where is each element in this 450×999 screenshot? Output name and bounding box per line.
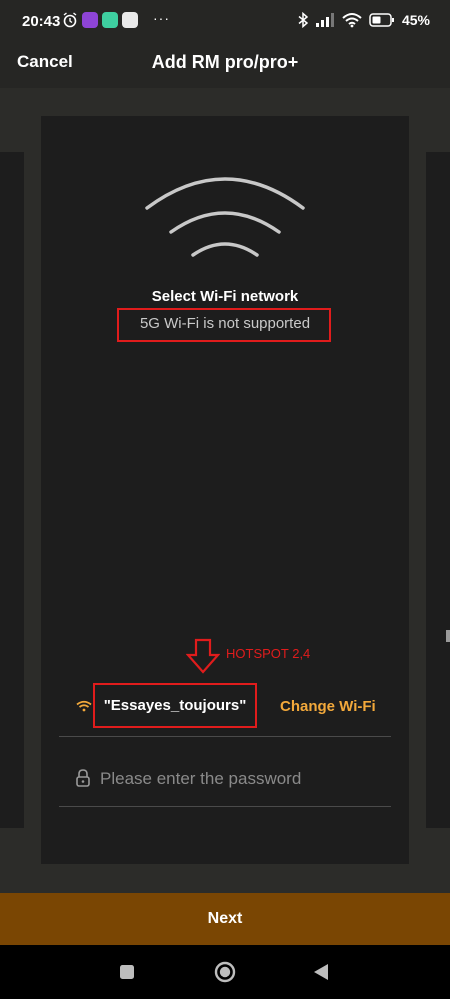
square-nav-icon[interactable] [119,964,135,980]
battery-icon [369,13,394,27]
annotation-arrow-icon [186,638,220,674]
next-button[interactable]: Next [0,893,450,945]
navigation-bar [0,945,450,999]
next-card [426,152,450,828]
system-icons: 45% [298,12,430,28]
alarm-icon [63,12,77,28]
wifi-large-icon [145,177,305,257]
app-icon [82,12,98,28]
divider [59,806,391,807]
hotspot-annotation: HOTSPOT 2,4 [226,646,311,661]
wifi-small-icon [76,700,92,712]
wifi-icon [342,13,362,28]
app-icon [122,12,138,28]
more-notifications: ··· [153,10,170,26]
change-wifi-link[interactable]: Change Wi-Fi [280,698,376,715]
scroll-marker [446,630,450,642]
wifi-ssid: "Essayes_toujours" [103,697,247,714]
signal-icon [315,13,334,27]
page-title: Add RM pro/pro+ [151,52,299,72]
notification-icons [62,12,138,28]
lock-icon [76,769,90,787]
header: Cancel Add RM pro/pro+ [0,44,450,88]
next-button-label: Next [207,910,243,927]
bluetooth-icon [298,12,308,28]
status-time: 20:43 [22,13,61,30]
battery-percentage: 45% [401,12,430,28]
status-bar: 20:43 ··· 45% [0,0,450,44]
5g-warning: 5G Wi-Fi is not supported [139,315,311,332]
select-wifi-title: Select Wi-Fi network [151,288,299,305]
divider [59,736,391,737]
app-icon [102,12,118,28]
previous-card [0,152,24,828]
back-nav-icon[interactable] [313,963,329,981]
password-input[interactable] [100,765,390,793]
circle-nav-icon[interactable] [214,961,236,983]
